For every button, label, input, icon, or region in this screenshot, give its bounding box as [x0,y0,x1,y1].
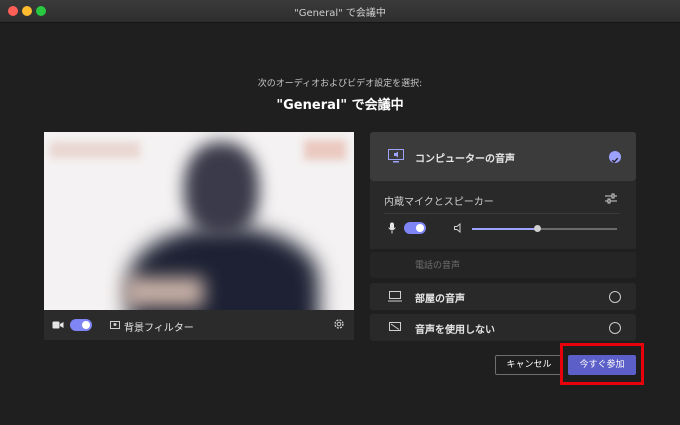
microphone-icon [388,222,396,234]
meeting-title: "General" で会議中 [276,98,404,113]
blurred-background [304,140,346,160]
video-preview [44,132,354,310]
room-audio-radio[interactable] [609,291,621,303]
background-filter-icon [110,321,120,329]
computer-speaker-icon [388,149,404,163]
room-audio-label: 部屋の音声 [415,294,465,305]
blurred-background [50,142,140,158]
window-title: "General" で会議中 [294,8,386,19]
device-settings-gear-icon[interactable] [333,318,345,330]
blurred-person [184,142,259,237]
camera-icon [52,321,64,329]
phone-audio-option[interactable]: 電話の音声 [370,252,636,278]
device-settings-sliders-icon[interactable] [605,193,617,204]
volume-slider-fill [472,228,538,230]
microphone-toggle[interactable] [404,222,426,234]
speaker-volume-icon [454,223,461,233]
divider [384,213,620,214]
speaker-volume-slider[interactable] [472,225,617,232]
settings-prompt: 次のオーディオおよびビデオ設定を選択: [257,79,423,89]
audio-device-label: 内蔵マイクとスピーカー [384,197,494,208]
preview-controls: 背景フィルター [44,310,354,340]
no-audio-label: 音声を使用しない [415,325,495,336]
room-audio-option[interactable]: 部屋の音声 [370,283,636,310]
computer-audio-settings [370,181,636,249]
no-audio-radio[interactable] [609,322,621,334]
cancel-button[interactable]: キャンセル [495,355,563,375]
no-audio-option[interactable]: 音声を使用しない [370,314,636,341]
room-audio-icon [388,291,402,302]
title-bar: "General" で会議中 [0,0,680,23]
computer-audio-option[interactable]: コンピューターの音声 [370,132,636,181]
computer-audio-label: コンピューターの音声 [415,154,515,165]
no-audio-icon [389,322,401,331]
background-filter-button[interactable]: 背景フィルター [124,319,194,334]
highlight-annotation [560,343,644,385]
phone-audio-label: 電話の音声 [415,261,461,271]
camera-toggle[interactable] [70,319,92,331]
checkmark-icon [609,151,621,163]
blurred-person [124,277,204,307]
